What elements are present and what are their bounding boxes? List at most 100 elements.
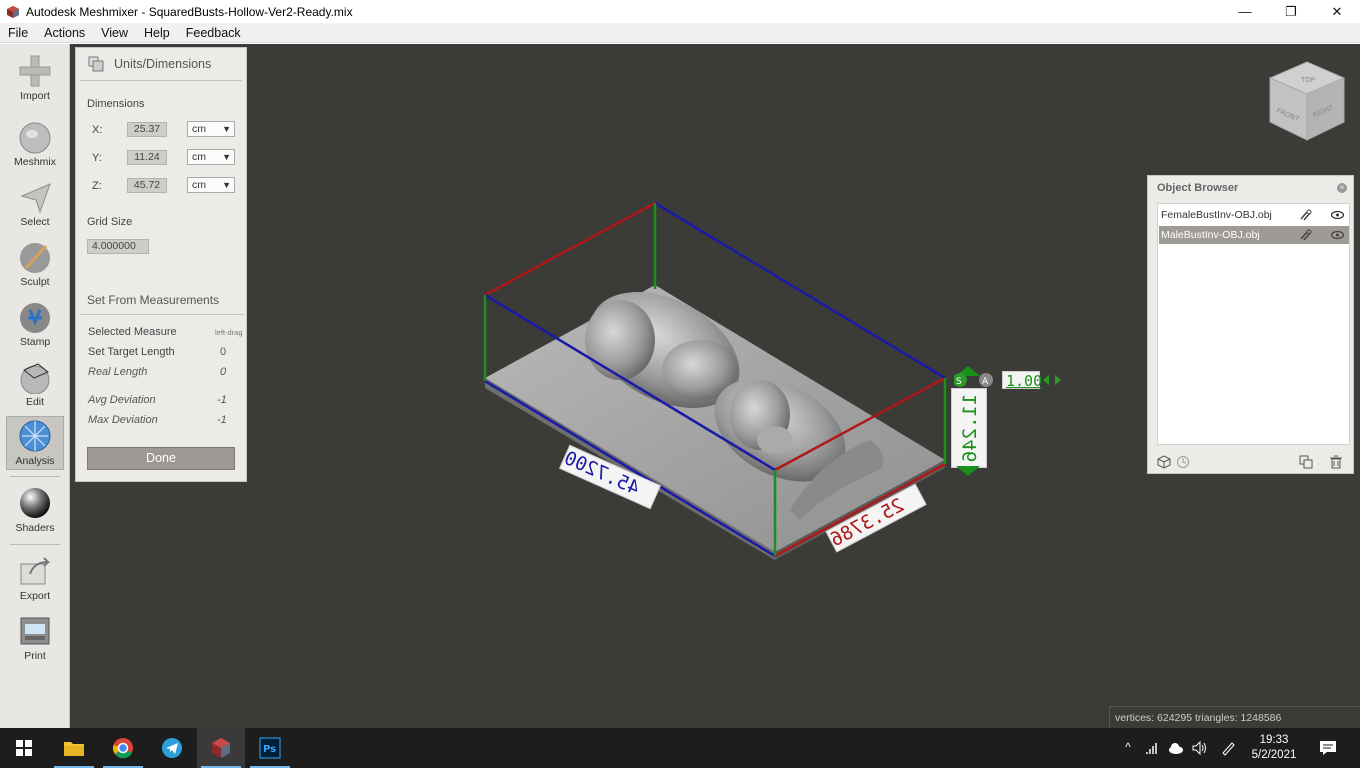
meshmix-tool[interactable]: Meshmix — [6, 118, 64, 172]
set-target-length-value[interactable]: 0 — [220, 346, 226, 358]
select-label: Select — [20, 216, 50, 228]
set-target-length-label: Set Target Length — [88, 346, 175, 358]
toolbar-divider — [10, 544, 60, 545]
analysis-tool[interactable]: Analysis — [6, 416, 64, 470]
taskbar-photoshop[interactable]: Ps — [246, 728, 294, 768]
chrome-icon — [113, 738, 133, 759]
close-icon[interactable]: × — [1337, 183, 1347, 193]
grid-size-label: Grid Size — [87, 216, 133, 228]
minimize-button[interactable]: — — [1222, 0, 1268, 23]
cube-icon[interactable] — [1157, 455, 1171, 469]
list-item[interactable]: FemaleBustInv-OBJ.obj — [1159, 206, 1349, 224]
eye-icon[interactable] — [1331, 229, 1344, 241]
sphere-icon — [20, 488, 50, 518]
done-button[interactable]: Done — [87, 447, 235, 470]
pen-icon[interactable] — [1220, 740, 1236, 756]
scale-arrows-icon[interactable] — [1043, 375, 1061, 385]
print-tool[interactable]: Print — [6, 612, 64, 666]
clock-date: 5/2/2021 — [1251, 749, 1297, 761]
chevron-up-icon[interactable]: ^ — [1120, 740, 1136, 756]
sculpt-label: Sculpt — [20, 276, 50, 288]
shaders-label: Shaders — [15, 522, 55, 534]
import-tool[interactable]: Import — [6, 52, 64, 106]
edit-label: Edit — [25, 396, 45, 408]
magnet-icon[interactable] — [1299, 209, 1312, 221]
chevron-down-icon: ▼ — [222, 124, 231, 134]
grid-size-field[interactable]: 4.000000 — [87, 239, 149, 254]
scale-value-box[interactable]: 1.00 — [1002, 371, 1042, 390]
cloud-icon[interactable] — [1168, 740, 1184, 756]
trash-icon[interactable] — [1329, 455, 1343, 469]
menu-view[interactable]: View — [93, 26, 136, 40]
clock-time: 19:33 — [1259, 734, 1289, 746]
list-item[interactable]: MaleBustInv-OBJ.obj — [1159, 226, 1349, 244]
sculpt-tool[interactable]: Sculpt — [6, 238, 64, 292]
menu-file[interactable]: File — [0, 26, 36, 40]
svg-text:A: A — [982, 377, 989, 387]
select-tool[interactable]: Select — [6, 178, 64, 232]
section-divider — [80, 314, 244, 315]
export-label: Export — [19, 590, 51, 602]
clock-icon[interactable] — [1176, 455, 1190, 469]
brush-icon — [20, 243, 50, 273]
stamp-tool[interactable]: Stamp — [6, 298, 64, 352]
magnet-icon[interactable] — [1299, 229, 1312, 241]
taskbar-file-explorer[interactable] — [50, 728, 98, 768]
menu-help[interactable]: Help — [136, 26, 178, 40]
taskbar-chrome[interactable] — [99, 728, 147, 768]
edit-tool[interactable]: Edit — [6, 358, 64, 412]
start-button[interactable] — [0, 728, 48, 768]
maximize-button[interactable]: ❐ — [1268, 0, 1314, 23]
viewcube-icon[interactable]: TOP FRONT RIGHT — [1268, 60, 1346, 142]
eye-icon[interactable] — [1331, 209, 1344, 221]
svg-text:Ps: Ps — [263, 744, 276, 755]
printer-icon — [20, 617, 50, 645]
stamp-icon — [20, 303, 50, 333]
meshmixer-icon — [212, 738, 230, 758]
export-icon — [20, 557, 51, 585]
z-unit-select[interactable]: cm ▼ — [187, 177, 235, 193]
toolbar-divider — [10, 476, 60, 477]
y-label: Y: — [92, 152, 102, 164]
windows-taskbar: Ps ^ 19:33 5/2/2021 — [0, 728, 1360, 768]
z-unit-value: cm — [192, 179, 206, 191]
y-unit-select[interactable]: cm ▼ — [187, 149, 235, 165]
import-label: Import — [20, 90, 50, 102]
z-dimension-field[interactable]: 45.72 — [127, 178, 167, 193]
volume-icon[interactable] — [1191, 740, 1207, 756]
menu-feedback[interactable]: Feedback — [178, 26, 249, 40]
close-window-button[interactable]: ✕ — [1314, 0, 1360, 23]
selected-measure-value: left-drag — [215, 328, 243, 337]
shaders-tool[interactable]: Shaders — [6, 484, 64, 538]
tool-sidebar: Import Meshmix Select Sculpt Stamp Edit … — [0, 44, 70, 728]
network-icon[interactable] — [1145, 740, 1161, 756]
export-tool[interactable]: Export — [6, 552, 64, 606]
mesh-stats: vertices: 624295 triangles: 1248586 — [1109, 706, 1360, 728]
taskbar-telegram[interactable] — [148, 728, 196, 768]
title-bar: Autodesk Meshmixer - SquaredBusts-Hollow… — [0, 0, 1360, 23]
duplicate-icon[interactable] — [1299, 455, 1313, 469]
max-deviation-label: Max Deviation — [88, 414, 158, 426]
menu-actions[interactable]: Actions — [36, 26, 93, 40]
units-panel-icon — [88, 56, 104, 72]
arrow-icon — [20, 183, 51, 214]
menu-bar: File Actions View Help Feedback — [0, 23, 1360, 43]
telegram-icon — [162, 738, 182, 758]
stamp-label: Stamp — [19, 336, 51, 348]
analysis-icon — [19, 420, 51, 452]
scale-handle[interactable]: S A — [954, 366, 994, 482]
folder-icon — [64, 742, 84, 756]
y-dimension-field[interactable]: 11.24 — [127, 150, 167, 165]
chevron-down-icon: ▼ — [222, 180, 231, 190]
clock[interactable]: 19:33 5/2/2021 — [1250, 733, 1298, 763]
x-dimension-field[interactable]: 25.37 — [127, 122, 167, 137]
bunny-icon — [19, 122, 51, 154]
taskbar-meshmixer[interactable] — [197, 728, 245, 768]
dimensions-heading: Dimensions — [87, 98, 145, 110]
windows-logo-icon — [16, 740, 32, 756]
x-unit-select[interactable]: cm ▼ — [187, 121, 235, 137]
plus-icon — [19, 55, 51, 87]
notification-icon[interactable] — [1319, 739, 1337, 757]
analysis-label: Analysis — [15, 455, 55, 467]
set-from-measurements-heading: Set From Measurements — [87, 293, 220, 307]
